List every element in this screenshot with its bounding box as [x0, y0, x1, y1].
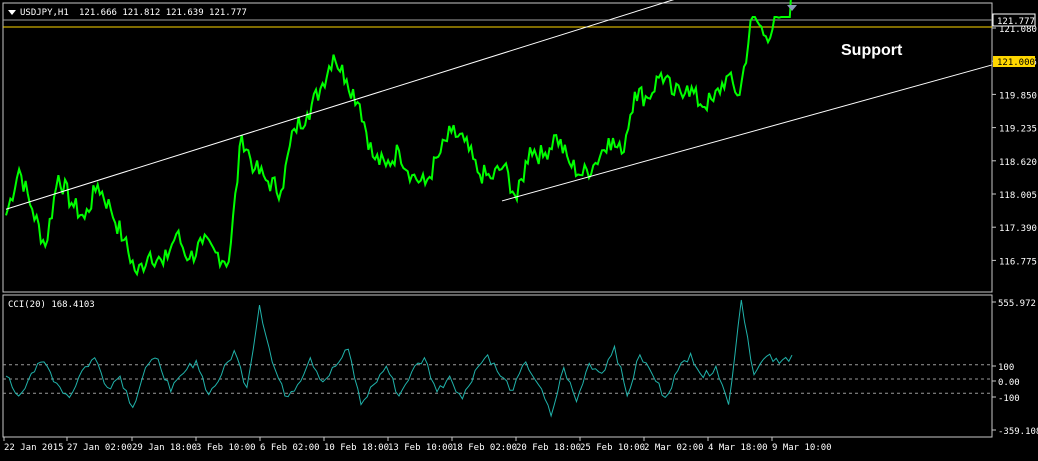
time-tick-label: 22 Jan 2015 — [4, 443, 64, 453]
price-tick-label: 118.620 — [999, 158, 1037, 168]
symbol-label: USDJPY,H1 — [20, 8, 69, 18]
cci-tick-label: 555.972 — [998, 299, 1036, 309]
time-tick-label: 25 Feb 10:00 — [580, 443, 645, 453]
time-tick-label: 6 Feb 02:00 — [260, 443, 320, 453]
current-price-label: 121.777 — [997, 17, 1035, 27]
support-price-label: 121.000 — [997, 58, 1035, 68]
time-tick-label: 10 Feb 18:00 — [324, 443, 389, 453]
price-tick-label: 118.005 — [999, 191, 1037, 201]
price-tick-label: 117.390 — [999, 224, 1037, 234]
trend-channel — [5, 0, 993, 210]
indicator-panel-frame — [2, 294, 993, 438]
time-axis: 22 Jan 2015 27 Jan 02:00 29 Jan 18:003 Feb… — [3, 437, 832, 453]
cci-series — [5, 299, 793, 418]
time-tick-label: 18 Feb 02:00 — [452, 443, 517, 453]
price-line — [5, 0, 792, 277]
triangle-down-icon[interactable] — [8, 10, 16, 15]
cci-axis: 555.972 100 0.00 -100 -359.1081 — [992, 299, 1038, 437]
time-tick-label: 20 Feb 18:00 — [516, 443, 581, 453]
time-tick-label: 4 Mar 18:00 — [708, 443, 768, 453]
time-tick-label: 27 Jan 02:00 — [67, 443, 132, 453]
current-price-marker-icon — [787, 5, 797, 11]
cci-tick-label: 0.00 — [998, 378, 1020, 388]
cci-line — [5, 299, 793, 418]
time-tick-label: 3 Feb 10:00 — [196, 443, 256, 453]
cci-tick-label: 100 — [998, 363, 1014, 373]
price-tick-label: 119.235 — [999, 125, 1037, 135]
channel-lower-line — [501, 64, 993, 202]
cci-title: CCI(20) 168.4103 — [8, 300, 95, 310]
reference-levels — [3, 19, 992, 394]
price-series — [5, 0, 792, 277]
cci-tick-label: -100 — [998, 394, 1020, 404]
support-annotation[interactable]: Support — [841, 42, 903, 59]
time-tick-label: 13 Feb 10:00 — [388, 443, 453, 453]
chart-canvas[interactable]: 121.080120.465119.850119.235118.620118.0… — [0, 0, 1038, 457]
time-tick-label: 29 Jan 18:00 — [132, 443, 197, 453]
price-tick-label: 116.775 — [999, 257, 1037, 267]
chart-window[interactable]: 121.080120.465119.850119.235118.620118.0… — [0, 0, 1038, 457]
time-tick-label: 9 Mar 10:00 — [772, 443, 832, 453]
time-tick-label: 2 Mar 02:00 — [644, 443, 704, 453]
price-axis: 121.080120.465119.850119.235118.620118.0… — [992, 13, 1037, 267]
price-tick-label: 119.850 — [999, 91, 1037, 101]
cci-tick-label: -359.1081 — [998, 427, 1038, 437]
ohlc-values: 121.666 121.812 121.639 121.777 — [79, 8, 247, 18]
